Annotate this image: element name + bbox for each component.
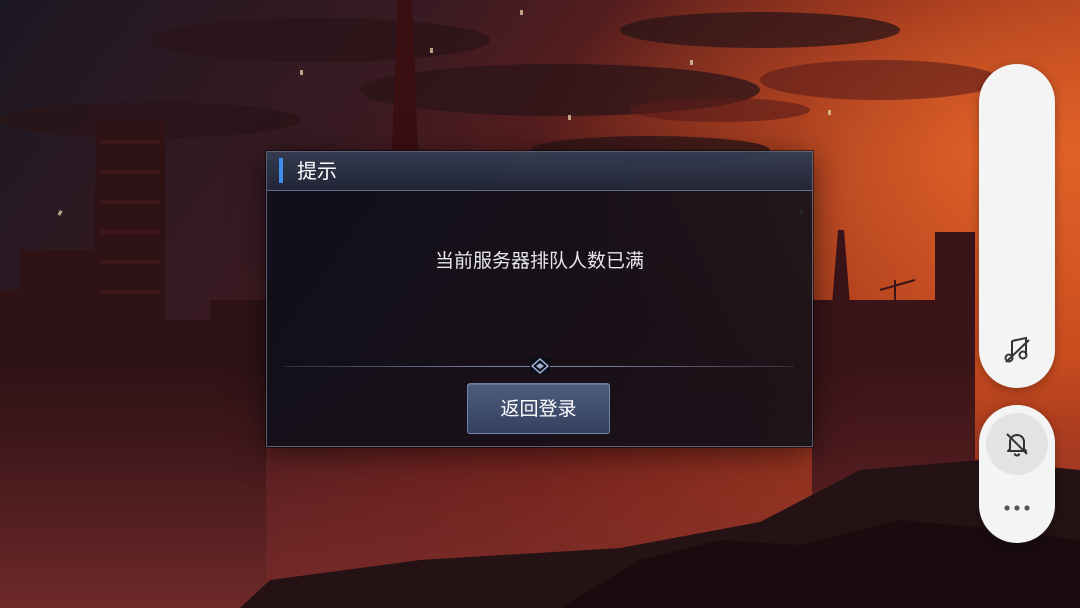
- floating-toolbar-top: [979, 64, 1055, 388]
- more-dots-icon[interactable]: [997, 491, 1037, 525]
- music-off-icon[interactable]: [997, 330, 1037, 370]
- queue-full-dialog: 提示 当前服务器排队人数已满 返回登录: [266, 151, 813, 447]
- dialog-title: 提示: [297, 159, 337, 183]
- header-accent-bar: [279, 158, 283, 183]
- bell-off-icon[interactable]: [986, 413, 1048, 475]
- return-login-button[interactable]: 返回登录: [467, 383, 610, 434]
- dialog-message: 当前服务器排队人数已满: [434, 250, 644, 272]
- floating-toolbar-bottom: [979, 405, 1055, 543]
- divider-ornament-icon: [530, 358, 550, 374]
- dialog-header: 提示: [267, 152, 812, 191]
